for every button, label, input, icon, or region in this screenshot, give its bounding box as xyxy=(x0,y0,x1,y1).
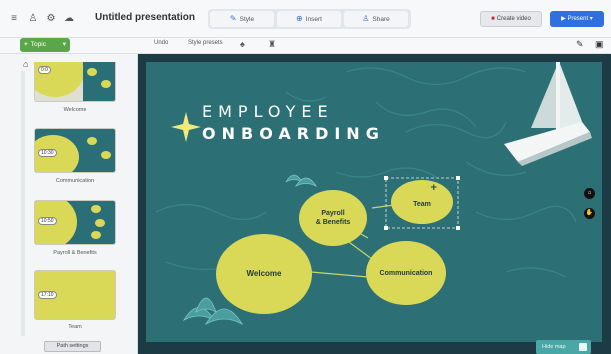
settings-icon[interactable]: ⚙ xyxy=(45,13,57,25)
edit-pencil-icon[interactable]: ✎ xyxy=(576,39,584,50)
tab-style-label: Style xyxy=(239,16,255,23)
node-label-payroll: Payroll & Benefits xyxy=(315,210,351,226)
thumb-blob-small xyxy=(91,205,101,213)
thumb-blob-small xyxy=(101,80,111,88)
person-add-icon: ♙ xyxy=(362,14,370,23)
path-settings-button[interactable]: Path settings xyxy=(44,341,101,352)
add-subtopic-icon[interactable]: + xyxy=(430,183,438,193)
topic-label: Topic xyxy=(30,41,46,48)
slide-title-line1: EMPLOYEE xyxy=(202,102,334,121)
thumb-blob-small xyxy=(95,219,105,227)
add-topic-button[interactable]: + Topic ▾ xyxy=(20,38,70,52)
tab-style[interactable]: ✎ Style xyxy=(210,11,274,27)
hide-map-label: Hide map xyxy=(542,344,566,350)
menu-icon[interactable]: ≡ xyxy=(8,13,20,25)
plus-circle-icon: ⊕ xyxy=(296,14,303,23)
pencil-icon: ✎ xyxy=(229,14,237,23)
node-label-welcome: Welcome xyxy=(246,269,282,278)
thumbnail-panel: ⌂ 0:0 Welcome 10:30 Communication 10:50 … xyxy=(0,54,138,354)
map-icon xyxy=(579,343,587,351)
slide-title-line2: ONBOARDING xyxy=(202,124,385,143)
thumbnail-label: Payroll & Benefits xyxy=(53,250,97,256)
canvas-area: + EMPLOYEE ONBOARDING Welcome Payroll & … xyxy=(138,54,611,354)
thumb-blob-small xyxy=(91,231,101,239)
present-label: Present xyxy=(567,16,589,22)
home-view-icon[interactable]: ⌂ xyxy=(584,188,595,199)
create-video-button[interactable]: ■ Create video xyxy=(480,11,542,27)
tab-share-label: Share xyxy=(372,16,390,23)
paint-icon[interactable]: ♠ xyxy=(240,39,245,49)
top-tab-group: ✎ Style ⊕ Insert ♙ Share xyxy=(208,9,411,29)
zoom-icon[interactable]: ✋ xyxy=(584,208,595,219)
thumbnail-time-chip: 0:0 xyxy=(38,66,51,74)
chevron-down-icon: ▾ xyxy=(588,16,593,22)
sparkle-icon xyxy=(171,112,201,142)
chevron-down-icon[interactable]: ▾ xyxy=(63,38,66,52)
thumb-blob-small xyxy=(87,68,97,76)
thumbnail-label: Welcome xyxy=(63,107,87,113)
undo-button[interactable]: Undo xyxy=(154,40,168,46)
tab-insert-label: Insert xyxy=(305,16,322,23)
tab-insert[interactable]: ⊕ Insert xyxy=(277,11,341,27)
top-bar: ≡ ♙ ⚙ ☁ Untitled presentation ✎ Style ⊕ In… xyxy=(0,0,611,38)
user-icon[interactable]: ♙ xyxy=(27,13,39,25)
home-icon[interactable]: ⌂ xyxy=(23,59,33,69)
thumbnail-team[interactable]: 17:10 xyxy=(34,270,116,320)
thumb-blob-small xyxy=(87,137,97,145)
create-video-label: Create video xyxy=(496,16,531,22)
thumb-blob-small xyxy=(101,151,111,159)
thumbnail-time-chip: 17:10 xyxy=(38,291,57,299)
paint-bucket-icon[interactable]: ♜ xyxy=(268,39,276,50)
thumbnail-payroll[interactable]: 10:50 xyxy=(34,200,116,245)
document-title[interactable]: Untitled presentation xyxy=(95,12,195,23)
thumbnail-label: Team xyxy=(68,324,82,330)
node-label-team: Team xyxy=(413,201,431,208)
sailboat-illustration xyxy=(504,62,592,166)
record-icon: ■ xyxy=(491,16,495,22)
plus-icon: + xyxy=(24,41,28,48)
thumbnail-label: Communication xyxy=(55,178,95,184)
style-presets-button[interactable]: Style presets xyxy=(188,40,223,46)
cloud-icon[interactable]: ☁ xyxy=(63,13,75,25)
water-ripples xyxy=(155,67,577,278)
thumbnail-welcome[interactable]: 0:0 xyxy=(34,62,116,102)
present-button[interactable]: ▶ Present ▾ xyxy=(550,11,604,27)
thumbnail-time-chip: 10:30 xyxy=(38,149,57,157)
tab-share[interactable]: ♙ Share xyxy=(344,11,408,27)
secondary-toolbar: + Topic ▾ Undo Style presets ♠ ♜ ✎ ▣ xyxy=(0,38,611,54)
node-label-communication: Communication xyxy=(379,270,433,277)
thumbnail-time-chip: 10:50 xyxy=(38,217,57,225)
hide-map-toggle[interactable]: Hide map xyxy=(536,340,591,354)
thumbnail-rail xyxy=(21,71,25,336)
slide-canvas[interactable]: + EMPLOYEE ONBOARDING Welcome Payroll & … xyxy=(146,62,602,342)
fullscreen-icon[interactable]: ▣ xyxy=(595,39,604,50)
thumbnail-communication[interactable]: 10:30 xyxy=(34,128,116,173)
